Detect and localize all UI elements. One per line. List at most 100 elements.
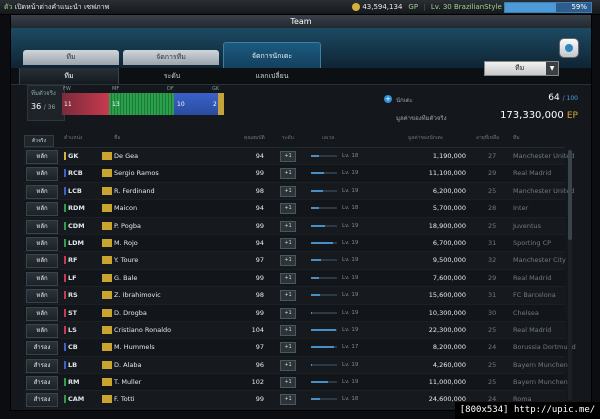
player-name[interactable]: Cristiano Ronaldo — [114, 322, 171, 338]
gk-segment — [218, 93, 224, 115]
player-name[interactable]: P. Pogba — [114, 218, 141, 234]
player-table: ตัวจริง ตำแหน่ง ชื่อ คุณสมบัติ ระดับ เลเ… — [24, 134, 576, 409]
status-button[interactable]: หลัก — [26, 202, 58, 217]
player-name[interactable]: Z. Ibrahimovic — [114, 287, 161, 303]
level-progress-bar — [311, 363, 337, 366]
status-button[interactable]: หลัก — [26, 306, 58, 321]
tab-team[interactable]: ทีม — [23, 50, 119, 65]
upgrade-button[interactable]: +1 — [280, 342, 296, 354]
player-name[interactable]: De Gea — [114, 148, 138, 164]
status-button[interactable]: หลัก — [26, 219, 58, 234]
player-name[interactable]: Maicon — [114, 200, 137, 216]
player-level: Lv. 19 — [342, 292, 359, 299]
status-button[interactable]: หลัก — [26, 184, 58, 199]
status-button[interactable]: สำรอง — [26, 376, 58, 391]
players-label: นักเตะ — [396, 97, 413, 104]
sort-select[interactable]: ตัวจริง — [24, 135, 54, 147]
upgrade-button[interactable]: +1 — [280, 220, 296, 232]
player-name[interactable]: M. Hummels — [114, 339, 155, 355]
player-name[interactable]: M. Rojo — [114, 235, 138, 251]
filter-dropdown[interactable]: ทีม ▼ — [484, 61, 559, 76]
upgrade-button[interactable]: +1 — [280, 324, 296, 336]
player-name[interactable]: R. Ferdinand — [114, 183, 155, 199]
status-button[interactable]: หลัก — [26, 254, 58, 269]
table-scrollbar[interactable] — [568, 150, 572, 400]
table-row[interactable]: สำรอง RM T. Muller 102 +1 Lv. 19 11,000,000 25 B… — [24, 374, 568, 392]
status-button[interactable]: หลัก — [26, 271, 58, 286]
upgrade-button[interactable]: +1 — [280, 359, 296, 371]
status-button[interactable]: สำรอง — [26, 358, 58, 373]
upgrade-button[interactable]: +1 — [280, 377, 296, 389]
tab-manage-players[interactable]: จัดการนักเตะ — [223, 42, 321, 69]
table-row[interactable]: หลัก LDM M. Rojo 94 +1 Lv. 19 6,700,000 31 Sport… — [24, 234, 565, 253]
player-ovr: 99 — [255, 221, 264, 230]
player-position: LDM — [68, 238, 85, 247]
level-progress-bar — [311, 259, 337, 262]
status-button[interactable]: หลัก — [26, 167, 58, 182]
table-row[interactable]: หลัก LF G. Bale 99 +1 Lv. 19 7,600,000 29 Real M… — [24, 269, 565, 288]
status-button[interactable]: สำรอง — [26, 393, 58, 408]
player-club: Manchester City — [513, 256, 566, 265]
upgrade-button[interactable]: +1 — [280, 307, 296, 319]
team-value: 173,330,000 — [500, 110, 564, 121]
status-button[interactable]: หลัก — [26, 323, 58, 338]
player-ovr: 97 — [255, 343, 264, 352]
player-level: Lv. 19 — [342, 257, 359, 264]
player-name[interactable]: D. Drogba — [114, 305, 147, 321]
table-row[interactable]: หลัก LCB R. Ferdinand 98 +1 Lv. 19 6,200,000 25… — [24, 182, 574, 201]
upgrade-button[interactable]: +1 — [280, 394, 296, 406]
table-row[interactable]: หลัก LS Cristiano Ronaldo 104 +1 Lv. 19 22,300… — [24, 321, 565, 340]
player-name[interactable]: F. Totti — [114, 391, 135, 407]
position-color-bar — [64, 221, 66, 230]
upgrade-button[interactable]: +1 — [280, 203, 296, 215]
table-row[interactable]: หลัก RS Z. Ibrahimovic 98 +1 Lv. 19 15,600,000… — [24, 287, 565, 305]
table-row[interactable]: หลัก GK De Gea 94 +1 Lv. 18 1,190,000 27 Manches… — [24, 148, 574, 166]
player-level: Lv. 19 — [342, 239, 359, 246]
player-ovr: 94 — [255, 238, 264, 247]
player-ovr: 94 — [255, 152, 264, 160]
table-row[interactable]: หลัก ST D. Drogba 99 +1 Lv. 19 10,300,000 30 Che… — [24, 304, 565, 322]
home-icon[interactable] — [559, 38, 579, 58]
player-price: 6,700,000 — [432, 238, 466, 247]
player-name[interactable]: T. Muller — [114, 374, 141, 390]
player-position: RCB — [68, 169, 83, 178]
tab-manage-team[interactable]: จัดการทีม — [123, 50, 219, 65]
player-contract: 24 — [488, 343, 497, 352]
header-position: ตำแหน่ง — [64, 135, 83, 141]
chevron-down-icon[interactable]: ▼ — [546, 62, 558, 75]
upgrade-button[interactable]: +1 — [280, 168, 296, 180]
table-row[interactable]: หลัก RF Y. Toure 97 +1 Lv. 19 9,500,000 32 Manch… — [24, 252, 566, 270]
table-row[interactable]: หลัก RCB Sergio Ramos 99 +1 Lv. 19 11,100,000 2… — [24, 165, 565, 183]
table-row[interactable]: สำรอง LB D. Alaba 96 +1 Lv. 19 4,260,000 25 Baye… — [24, 356, 568, 375]
upgrade-button[interactable]: +1 — [280, 151, 296, 162]
player-name[interactable]: G. Bale — [114, 270, 137, 286]
player-name[interactable]: Sergio Ramos — [114, 165, 159, 181]
table-row[interactable]: หลัก CDM P. Pogba 99 +1 Lv. 19 18,900,000 25 Juv… — [24, 217, 565, 235]
status-button[interactable]: หลัก — [26, 150, 58, 164]
season-badge-icon — [102, 169, 112, 178]
player-name[interactable]: D. Alaba — [114, 357, 141, 373]
upgrade-button[interactable]: +1 — [280, 255, 296, 267]
upgrade-button[interactable]: +1 — [280, 290, 296, 302]
player-contract: 31 — [488, 238, 497, 247]
add-player-icon[interactable]: + — [384, 95, 392, 103]
season-badge-icon — [102, 204, 112, 213]
player-club: Sporting CP — [513, 238, 552, 247]
player-club: Real Madrid — [513, 169, 552, 178]
table-row[interactable]: หลัก RDM Maicon 94 +1 Lv. 18 5,700,000 28 Inter — [24, 200, 565, 218]
upgrade-button[interactable]: +1 — [280, 237, 296, 249]
scroll-thumb[interactable] — [568, 150, 572, 240]
player-price: 15,600,000 — [428, 291, 466, 300]
starting-count-box: ทีมตัวจริง 36 / 36 — [27, 85, 65, 121]
status-button[interactable]: หลัก — [26, 289, 58, 304]
table-row[interactable]: สำรอง CB M. Hummels 97 +1 Lv. 17 8,200,000 24 Bo… — [24, 339, 576, 357]
upgrade-button[interactable]: +1 — [280, 185, 296, 197]
player-price: 11,100,000 — [428, 169, 466, 178]
player-price: 8,200,000 — [432, 343, 466, 352]
status-button[interactable]: สำรอง — [26, 341, 58, 356]
screenshot-link[interactable]: เซฟภาพ — [84, 3, 109, 11]
status-button[interactable]: หลัก — [26, 236, 58, 251]
tips-toggle[interactable]: เปิดหน้าต่างคำแนะนำ — [15, 3, 82, 11]
upgrade-button[interactable]: +1 — [280, 272, 296, 284]
player-name[interactable]: Y. Toure — [114, 252, 138, 268]
